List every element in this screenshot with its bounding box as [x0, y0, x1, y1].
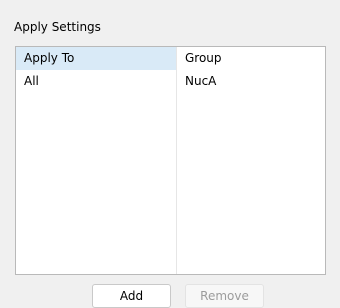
table-row[interactable]: All NucA — [16, 70, 325, 93]
column-header-group[interactable]: Group — [177, 47, 325, 70]
table-cell-group[interactable]: NucA — [177, 70, 325, 93]
table-header-row: Apply To Group — [16, 47, 325, 70]
settings-table[interactable]: Apply To Group All NucA — [15, 46, 326, 275]
table-cell-apply-to[interactable]: All — [16, 70, 176, 93]
apply-settings-panel: Apply Settings Apply To Group All NucA A… — [0, 0, 340, 308]
column-header-apply-to[interactable]: Apply To — [16, 47, 176, 70]
group-title: Apply Settings — [14, 20, 101, 34]
add-button[interactable]: Add — [92, 284, 171, 308]
remove-button[interactable]: Remove — [185, 284, 264, 308]
